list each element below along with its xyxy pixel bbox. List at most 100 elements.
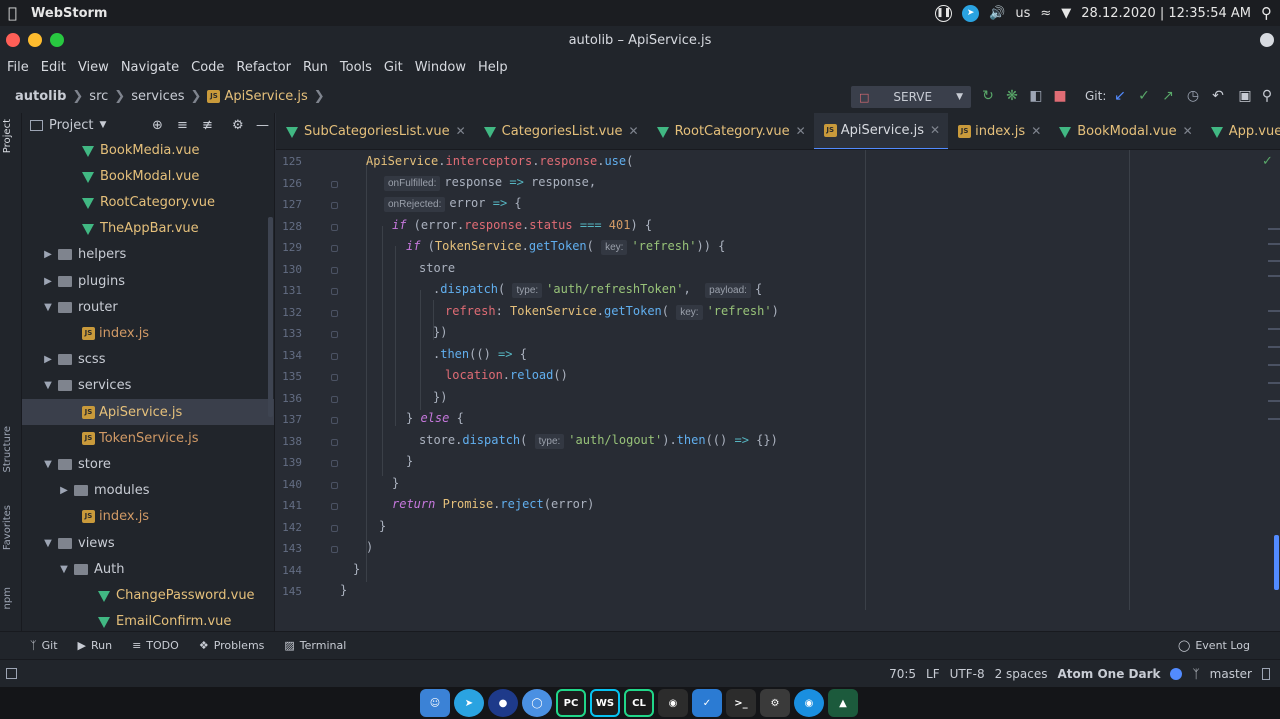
run-config-selector[interactable]: □ SERVE ▼ [851,86,971,108]
indent-setting[interactable]: 2 spaces [995,667,1048,681]
fold-marker-icon[interactable] [331,524,338,532]
expand-all-icon[interactable]: ≡ [177,118,188,133]
webstorm-icon[interactable]: WS [590,689,620,717]
toggle-tool-windows-icon[interactable] [6,668,17,679]
event-log-button[interactable]: ◯ Event Log [1178,639,1250,652]
tree-folder[interactable]: ▼ Auth [22,556,274,582]
fold-marker-icon[interactable] [331,417,338,424]
tree-file[interactable]: BookMedia.vue [22,137,274,163]
firefox-icon[interactable]: ● [488,689,518,717]
stop-icon[interactable]: ■ [1051,87,1069,105]
hide-panel-icon[interactable]: — [256,118,269,133]
tree-file[interactable]: ChangePassword.vue [22,582,274,608]
git-update-icon[interactable]: ↙ [1111,87,1129,105]
telegram-tray-icon[interactable]: ➤ [962,4,980,22]
tree-file[interactable]: RootCategory.vue [22,189,274,215]
close-icon[interactable]: ✕ [796,124,806,138]
menu-help[interactable]: Help [478,60,508,75]
apple-icon[interactable]:  [8,4,17,22]
chevron-down-icon[interactable]: ▼ [99,120,106,130]
project-panel-title[interactable]: Project [49,118,93,133]
editor-tab[interactable]: SubCategoriesList.vue ✕ [276,113,474,149]
editor-scrollbar[interactable] [1274,535,1279,590]
tree-file[interactable]: JS index.js [22,504,274,530]
tree-file[interactable]: TheAppBar.vue [22,216,274,242]
npm-tool-tab[interactable]: npm [2,587,13,609]
tree-file[interactable]: JS ApiService.js [22,399,274,425]
chevron-right-icon[interactable]: ▶ [42,354,54,365]
breadcrumb-file[interactable]: ApiService.js [224,89,307,104]
breadcrumb-project[interactable]: autolib [15,89,66,104]
git-commit-icon[interactable]: ✓ [1135,87,1153,105]
menu-code[interactable]: Code [191,60,224,75]
os-app-name[interactable]: WebStorm [31,6,107,21]
fold-marker-icon[interactable] [331,352,338,360]
favorites-tool-tab[interactable]: Favorites [2,505,13,550]
editor-tab[interactable]: CategoriesList.vue ✕ [474,113,647,149]
minimize-window-button[interactable] [28,33,42,47]
breadcrumb-src[interactable]: src [89,89,108,104]
menu-git[interactable]: Git [384,60,403,75]
menu-refactor[interactable]: Refactor [236,60,291,75]
fold-marker-icon[interactable] [331,481,338,489]
history-icon[interactable]: ◷ [1184,87,1202,105]
layout-icon[interactable]: ▣ [1236,87,1254,105]
close-icon[interactable]: ✕ [1031,124,1041,138]
theme-name[interactable]: Atom One Dark [1058,667,1161,681]
volume-icon[interactable]: 🔊 [989,6,1005,21]
tree-file[interactable]: JS index.js [22,320,274,346]
tree-file[interactable]: JS TokenService.js [22,425,274,451]
chevron-down-icon[interactable]: ▼ [58,564,70,575]
line-separator[interactable]: LF [926,667,940,681]
chevron-down-icon[interactable]: ▼ [42,459,54,470]
pause-icon[interactable]: ❚❚ [935,4,953,22]
fold-marker-icon[interactable] [331,288,338,295]
menu-navigate[interactable]: Navigate [121,60,179,75]
structure-tool-tab[interactable]: Structure [2,426,13,473]
gear-icon[interactable]: ⚙ [232,118,244,133]
menu-file[interactable]: File [7,60,29,75]
project-tool-tab[interactable]: Project [2,119,13,153]
tree-file[interactable]: EmailConfirm.vue [22,609,274,631]
menu-view[interactable]: View [78,60,109,75]
tree-folder[interactable]: ▶ plugins [22,268,274,294]
close-icon[interactable]: ✕ [930,123,940,137]
tree-folder[interactable]: ▶ modules [22,478,274,504]
collapse-all-icon[interactable]: ≢ [202,118,213,133]
terminal-app-icon[interactable]: >_ [726,689,756,717]
pycharm-icon[interactable]: PC [556,689,586,717]
memory-indicator-icon[interactable] [1262,667,1270,680]
close-icon[interactable]: ✕ [629,124,639,138]
maximize-window-button[interactable] [50,33,64,47]
debug-icon[interactable]: ❋ [1003,87,1021,105]
git-tool-button[interactable]: ᛉ Git [30,639,58,652]
chevron-down-icon[interactable]: ▼ [1061,6,1071,21]
chevron-down-icon[interactable]: ▼ [42,538,54,549]
settings-icon[interactable]: ⚙ [760,689,790,717]
inspection-ok-icon[interactable]: ✓ [1262,154,1273,169]
fold-marker-icon[interactable] [331,546,338,553]
terminal-tool-button[interactable]: ▨ Terminal [284,639,346,652]
git-branch[interactable]: master [1210,667,1252,681]
keyboard-layout[interactable]: us [1015,6,1030,21]
run-tool-button[interactable]: ▶ Run [78,639,113,652]
locate-icon[interactable]: ⊕ [152,118,163,133]
rollback-icon[interactable]: ↶ [1209,87,1227,105]
window-options-button[interactable] [1260,33,1274,47]
chromium-icon[interactable]: ◯ [522,689,552,717]
fold-marker-icon[interactable] [331,395,338,403]
fold-marker-icon[interactable] [331,331,338,338]
rerun-icon[interactable]: ↻ [979,87,997,105]
git-push-icon[interactable]: ↗ [1159,87,1177,105]
tree-folder[interactable]: ▼ views [22,530,274,556]
wifi-icon[interactable]: ≈ [1040,6,1051,21]
editor-tab[interactable]: JS index.js ✕ [948,113,1049,149]
tree-folder[interactable]: ▶ helpers [22,242,274,268]
tree-file[interactable]: BookModal.vue [22,163,274,189]
finder-icon[interactable]: ☺ [420,689,450,717]
monitor-icon[interactable]: ▲ [828,689,858,717]
browser-icon[interactable]: ◉ [794,689,824,717]
menu-run[interactable]: Run [303,60,328,75]
fold-marker-icon[interactable] [331,266,338,274]
fold-marker-icon[interactable] [331,503,338,510]
